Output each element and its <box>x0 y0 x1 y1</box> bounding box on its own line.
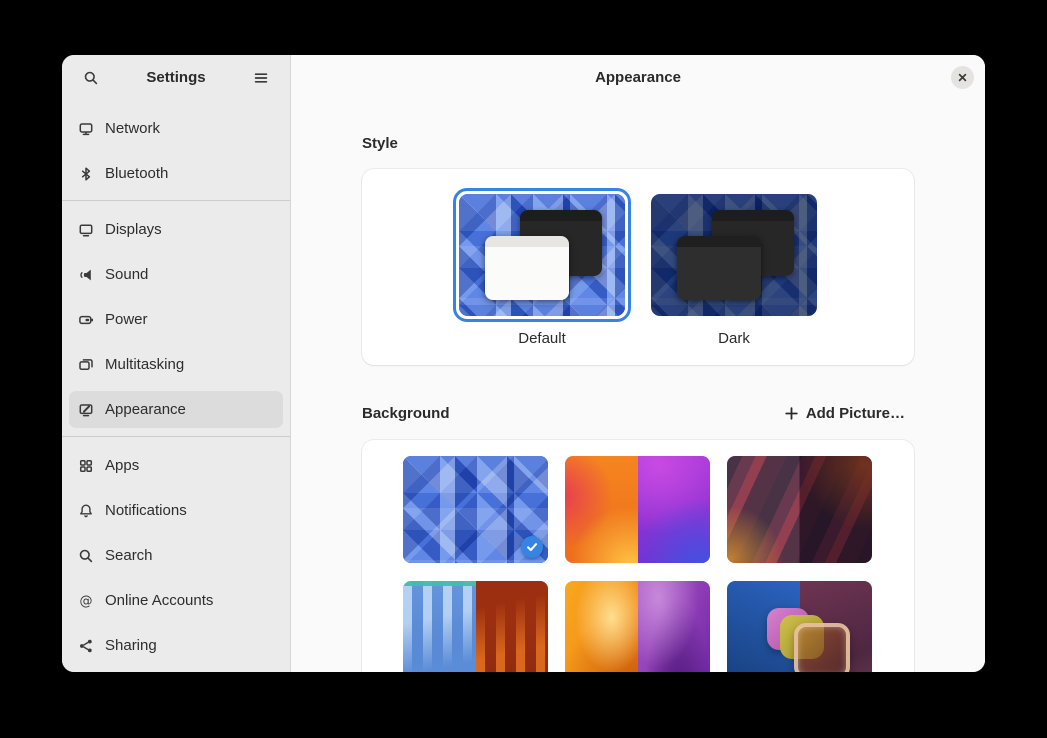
background-section-header: Background Add Picture… <box>362 400 914 427</box>
style-section-heading: Style <box>362 135 914 153</box>
search-icon <box>83 70 99 86</box>
style-card: Default Dark <box>362 169 914 365</box>
sidebar-item-sound[interactable]: Sound <box>69 256 283 293</box>
search-button[interactable] <box>76 63 106 93</box>
power-icon <box>78 312 94 328</box>
close-window-button[interactable] <box>951 66 974 89</box>
glass-cube <box>794 623 850 672</box>
sidebar-nav: Network Bluetooth Displays Sound <box>62 100 290 672</box>
wallpaper-thumb-dark-red-waves[interactable] <box>727 456 872 563</box>
sidebar-item-apps[interactable]: Apps <box>69 447 283 484</box>
wallpaper-grid <box>362 440 914 672</box>
sidebar-item-displays[interactable]: Displays <box>69 211 283 248</box>
sidebar-item-network[interactable]: Network <box>69 110 283 147</box>
light-window-mockup <box>485 236 569 300</box>
main-menu-button[interactable] <box>246 63 276 93</box>
notifications-icon <box>78 503 94 519</box>
style-option-default: Default <box>453 188 631 347</box>
wallpaper-light-half <box>565 581 638 672</box>
sound-icon <box>78 267 94 283</box>
search-icon <box>78 548 94 564</box>
wallpaper-split-overlay <box>727 456 872 563</box>
sidebar-item-online-accounts[interactable]: @ Online Accounts <box>69 582 283 619</box>
sidebar-item-label: Multitasking <box>105 356 184 373</box>
add-picture-label: Add Picture… <box>806 405 905 422</box>
style-option-dark: Dark <box>645 188 823 347</box>
sidebar-item-power[interactable]: Power <box>69 301 283 338</box>
add-picture-button[interactable]: Add Picture… <box>775 400 914 427</box>
plus-icon <box>784 406 799 421</box>
sidebar-item-label: Apps <box>105 457 139 474</box>
wallpaper-thumb-orange-purple-folds[interactable] <box>565 581 710 672</box>
sidebar-item-search[interactable]: Search <box>69 537 283 574</box>
sidebar-item-notifications[interactable]: Notifications <box>69 492 283 529</box>
style-option-label: Dark <box>718 330 750 347</box>
sidebar-item-bluetooth[interactable]: Bluetooth <box>69 155 283 192</box>
sidebar: Settings Network Bluetooth <box>62 55 291 672</box>
wallpaper-light-half <box>565 456 638 563</box>
sidebar-item-label: Displays <box>105 221 162 238</box>
style-option-label: Default <box>518 330 566 347</box>
sidebar-item-label: Online Accounts <box>105 592 213 609</box>
main-header: Appearance <box>291 55 985 100</box>
sidebar-item-label: Network <box>105 120 160 137</box>
sidebar-item-label: Power <box>105 311 148 328</box>
close-icon <box>956 71 969 84</box>
page-title: Appearance <box>595 69 681 86</box>
check-icon <box>525 540 539 554</box>
svg-text:@: @ <box>80 594 93 609</box>
wallpaper-dark-half <box>638 456 711 563</box>
multitasking-icon <box>78 357 94 373</box>
apps-icon <box>78 458 94 474</box>
wallpaper-thumb-blue-orange-drips[interactable] <box>403 581 548 672</box>
appearance-icon <box>78 402 94 418</box>
wallpaper-thumb-blue-triangles[interactable] <box>403 456 548 563</box>
sidebar-separator <box>62 200 290 201</box>
sidebar-item-sharing[interactable]: Sharing <box>69 627 283 664</box>
displays-icon <box>78 222 94 238</box>
sharing-icon <box>78 638 94 654</box>
sidebar-separator <box>62 436 290 437</box>
dark-window-mockup <box>677 236 761 300</box>
selected-check-badge <box>521 536 543 558</box>
sidebar-item-label: Notifications <box>105 502 187 519</box>
sidebar-item-label: Appearance <box>105 401 186 418</box>
settings-window: Settings Network Bluetooth <box>62 55 985 672</box>
wallpaper-dark-half <box>638 581 711 672</box>
sidebar-header: Settings <box>62 55 290 100</box>
wallpaper-dark-half <box>476 581 549 672</box>
sidebar-item-label: Bluetooth <box>105 165 168 182</box>
wallpaper-thumb-orange-magenta-gradient[interactable] <box>565 456 710 563</box>
sidebar-item-label: Sound <box>105 266 148 283</box>
style-default-thumbnail[interactable] <box>453 188 631 322</box>
wallpaper-thumb-glass-cubes[interactable] <box>727 581 872 672</box>
background-section-heading: Background <box>362 405 450 423</box>
main-scroll-area[interactable]: Style Default <box>291 100 985 672</box>
bluetooth-icon <box>78 166 94 182</box>
wallpaper-light-half <box>403 581 476 672</box>
network-icon <box>78 121 94 137</box>
sidebar-item-label: Sharing <box>105 637 157 654</box>
sidebar-item-label: Search <box>105 547 153 564</box>
sidebar-item-multitasking[interactable]: Multitasking <box>69 346 283 383</box>
sidebar-item-appearance[interactable]: Appearance <box>69 391 283 428</box>
online-accounts-icon: @ <box>78 593 94 609</box>
appearance-panel: Appearance Style <box>291 55 985 672</box>
style-dark-thumbnail[interactable] <box>645 188 823 322</box>
hamburger-menu-icon <box>253 70 269 86</box>
